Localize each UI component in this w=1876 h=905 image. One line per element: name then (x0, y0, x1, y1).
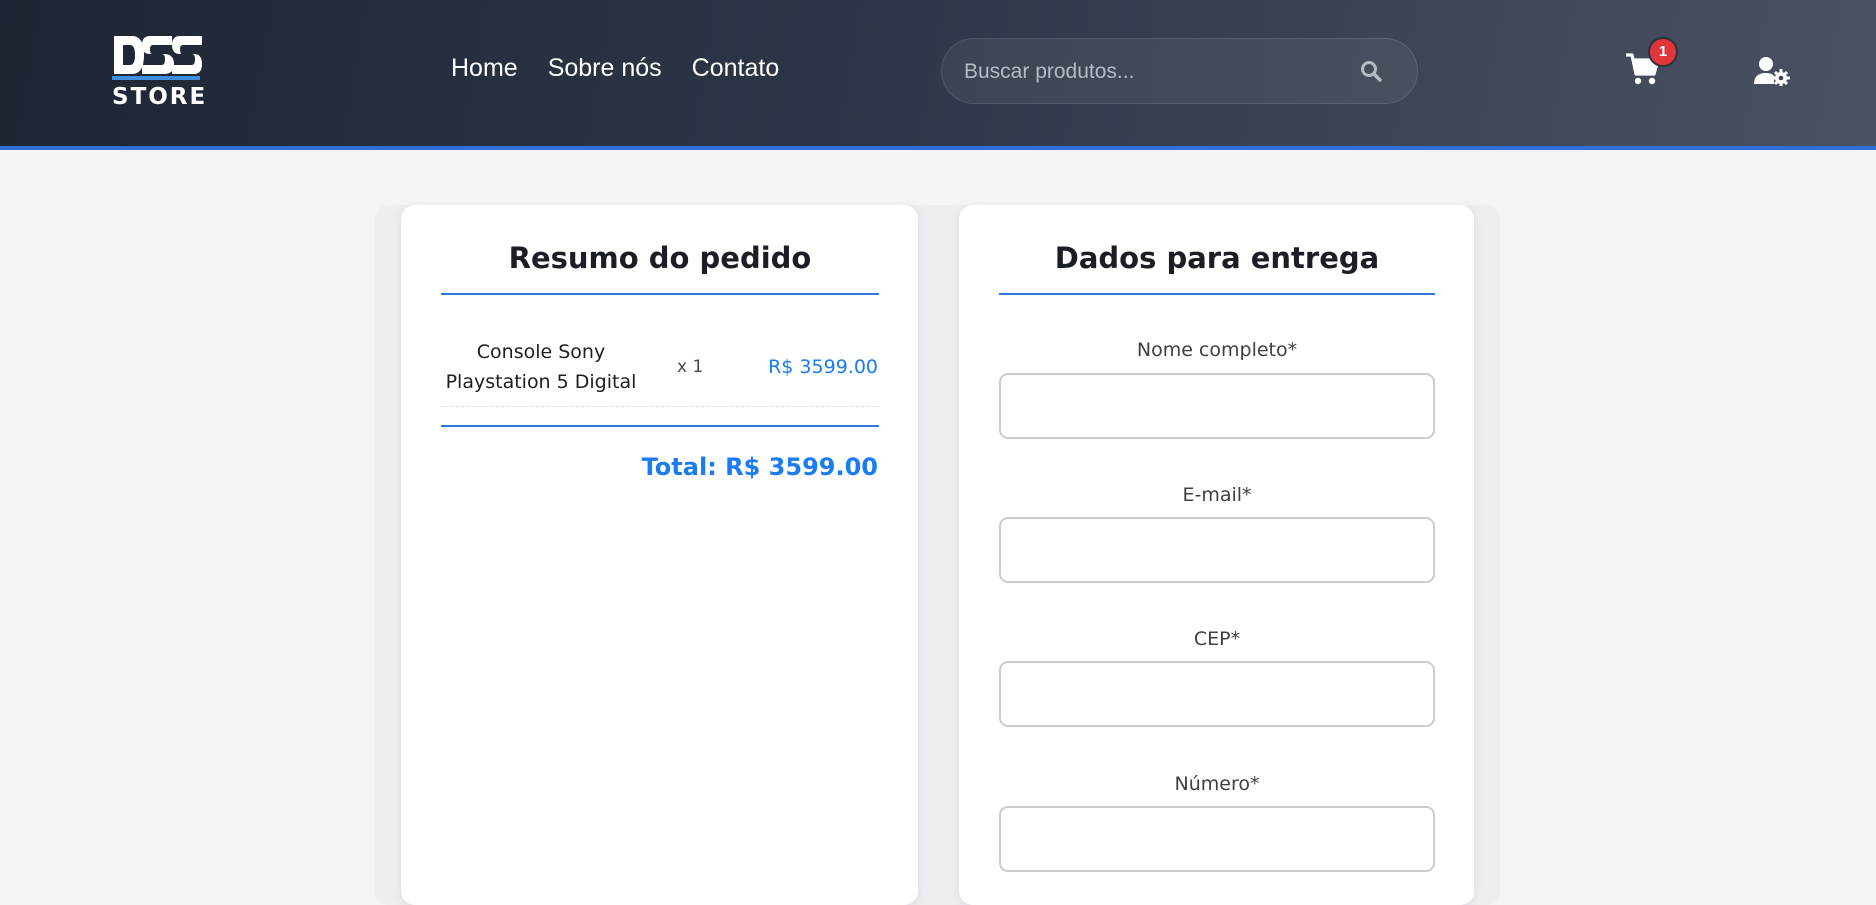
email-field[interactable] (999, 517, 1435, 583)
nav-contact-link[interactable]: Contato (692, 54, 780, 83)
store-logo[interactable]: STORE (110, 32, 208, 112)
item-divider (441, 406, 879, 407)
search-input[interactable] (962, 51, 1346, 93)
cart-item-price: R$ 3599.00 (768, 356, 878, 378)
nav-about-link[interactable]: Sobre nós (548, 54, 662, 83)
number-field[interactable] (999, 806, 1435, 872)
email-label: E-mail* (1182, 484, 1252, 506)
nav-home-link[interactable]: Home (451, 54, 518, 83)
main-nav: Home Sobre nós Contato (451, 54, 809, 83)
search-bar (941, 38, 1418, 104)
dss-logo-mark (112, 36, 202, 80)
full-name-label: Nome completo* (1136, 339, 1298, 361)
cart-count-badge: 1 (1648, 37, 1678, 67)
user-gear-icon (1754, 57, 1790, 87)
full-name-field[interactable] (999, 373, 1435, 439)
total-divider (441, 425, 879, 427)
search-button[interactable] (1359, 59, 1387, 87)
site-header: STORE Home Sobre nós Contato 1 (0, 0, 1876, 150)
cart-item-name: Console Sony Playstation 5 Digital (445, 341, 637, 393)
search-icon (1361, 61, 1382, 82)
cep-field[interactable] (999, 661, 1435, 727)
delivery-form-card: Dados para entrega Nome completo* E-mail… (959, 205, 1474, 905)
delivery-title: Dados para entrega (1054, 241, 1380, 275)
title-divider (999, 293, 1435, 295)
user-settings-button[interactable] (1754, 56, 1790, 87)
order-summary-card: Resumo do pedido Console Sony Playstatio… (401, 205, 918, 905)
number-label: Número* (1174, 773, 1260, 795)
cep-label: CEP* (1193, 628, 1241, 650)
logo-subtext: STORE (112, 84, 208, 110)
order-total: Total: R$ 3599.00 (641, 453, 878, 481)
order-summary-title: Resumo do pedido (508, 241, 812, 275)
cart-item-quantity: x 1 (677, 357, 704, 377)
title-divider (441, 293, 879, 295)
